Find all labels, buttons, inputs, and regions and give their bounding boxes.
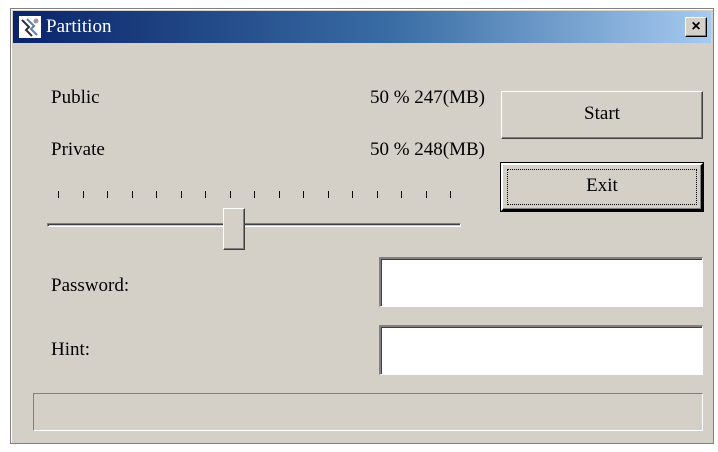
slider-tick — [58, 191, 59, 198]
public-value: 50 % 247(MB) — [369, 87, 485, 108]
slider-tick — [82, 191, 84, 198]
private-label: Private — [51, 139, 105, 160]
exit-button[interactable]: Exit — [500, 162, 704, 212]
private-value: 50 % 248(MB) — [369, 139, 485, 160]
exit-button-label: Exit — [586, 175, 618, 196]
slider-tick — [254, 191, 255, 198]
slider-tick — [180, 191, 182, 198]
close-button[interactable]: × — [685, 17, 707, 37]
password-label: Password: — [51, 275, 130, 296]
partition-slider[interactable] — [47, 183, 463, 253]
slider-thumb[interactable] — [223, 208, 246, 250]
slider-tick — [327, 191, 329, 198]
slider-track[interactable] — [47, 223, 461, 227]
close-icon: × — [691, 18, 701, 35]
slider-tick — [107, 191, 108, 198]
slider-tick — [450, 191, 451, 198]
slider-tick — [205, 191, 206, 198]
public-label: Public — [51, 87, 100, 108]
partition-app-icon — [19, 16, 41, 38]
password-field[interactable] — [379, 257, 703, 307]
start-button-label: Start — [584, 103, 620, 124]
slider-tick — [229, 191, 231, 198]
hint-label: Hint: — [51, 339, 91, 360]
focus-rectangle: Exit — [507, 169, 697, 205]
hint-field[interactable] — [379, 325, 703, 375]
slider-tick — [401, 191, 402, 198]
start-button[interactable]: Start — [501, 91, 703, 139]
slider-tick — [376, 191, 378, 198]
partition-window: Partition × Public 50 % 247(MB) Private … — [10, 8, 714, 444]
slider-tick — [278, 191, 280, 198]
slider-tick — [425, 191, 427, 198]
slider-tick — [352, 191, 353, 198]
title-bar[interactable]: Partition × — [13, 11, 711, 43]
slider-tick — [131, 191, 133, 198]
slider-tick — [303, 191, 304, 198]
window-title: Partition — [46, 16, 112, 37]
slider-tick — [156, 191, 157, 198]
status-progress-bar — [33, 393, 703, 431]
